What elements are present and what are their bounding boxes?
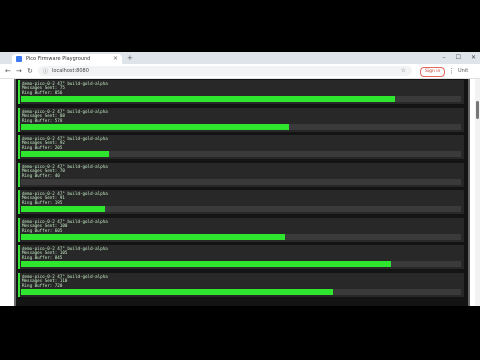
ring-buffer: Ring Buffer: 195: [22, 200, 63, 205]
device-card: demo-pico-0-2 47° build-gold-alpha Messag…: [18, 217, 464, 242]
ring-buffer: Ring Buffer: 856: [22, 90, 63, 95]
favicon-icon: [16, 56, 22, 62]
device-card: demo-pico-0-2 47° build-gold-alpha Messag…: [18, 162, 464, 187]
scrollbar-thumb[interactable]: [476, 101, 479, 119]
buffer-progress-fill: [21, 206, 105, 212]
new-tab-button[interactable]: +: [127, 55, 133, 62]
browser-toolbar: ← → ↻ ⓘ localhost:8080 ☆ Sign in ⋮ Unit: [0, 64, 480, 79]
page-scrollbar[interactable]: [475, 79, 480, 306]
buffer-progress-track: [21, 151, 461, 157]
url-text: localhost:8080: [52, 68, 89, 74]
device-card: demo-pico-0-2 47° build-gold-alpha Messag…: [18, 107, 464, 132]
ring-buffer: Ring Buffer: 205: [22, 145, 63, 150]
ring-buffer: Ring Buffer: 845: [22, 255, 63, 260]
ring-buffer: Ring Buffer: 578: [22, 117, 63, 123]
device-card: demo-pico-0-2 47° build-gold-alpha Messag…: [18, 80, 464, 104]
buffer-progress-track: [21, 233, 461, 240]
close-window-icon[interactable]: ✕: [471, 54, 476, 62]
buffer-progress-track: [21, 96, 461, 102]
device-dashboard: demo-pico-0-2 47° build-gold-alpha Messag…: [14, 79, 470, 306]
browser-tab[interactable]: Pico Firmware Playground ×: [12, 54, 122, 64]
ring-buffer: Ring Buffer: 605: [22, 227, 63, 233]
device-card: demo-pico-0-2 47° build-gold-alpha Messag…: [18, 245, 464, 269]
buffer-progress-fill: [21, 96, 395, 102]
buffer-progress-track: [21, 123, 461, 130]
tab-bar: Pico Firmware Playground × + – ☐ ✕: [0, 52, 480, 64]
address-bar[interactable]: ⓘ localhost:8080 ☆: [38, 66, 412, 76]
profile-label[interactable]: Unit: [458, 68, 468, 74]
menu-icon[interactable]: ⋮: [448, 67, 455, 75]
tab-title: Pico Firmware Playground: [26, 56, 91, 62]
minimize-icon[interactable]: –: [443, 54, 446, 62]
device-card: demo-pico-0-2 47° build-gold-alpha Messag…: [18, 135, 464, 159]
forward-icon[interactable]: →: [16, 67, 22, 75]
back-icon[interactable]: ←: [5, 67, 11, 75]
device-card: demo-pico-0-2 47° build-gold-alpha Messag…: [18, 272, 464, 297]
bookmark-star-icon[interactable]: ☆: [401, 67, 406, 74]
page-content: demo-pico-0-2 47° build-gold-alpha Messag…: [0, 79, 480, 306]
ring-buffer: Ring Buffer: 720: [22, 282, 63, 288]
buffer-progress-track: [21, 178, 461, 185]
buffer-progress-fill: [21, 233, 285, 240]
maximize-icon[interactable]: ☐: [456, 54, 461, 62]
buffer-progress-fill: [21, 123, 290, 130]
buffer-progress-track: [21, 261, 461, 267]
site-info-icon[interactable]: ⓘ: [43, 68, 48, 75]
device-card: demo-pico-0-2 47° build-gold-alpha Messag…: [18, 190, 464, 214]
sign-in-button[interactable]: Sign in: [420, 67, 446, 77]
buffer-progress-track: [21, 288, 461, 295]
window-controls: – ☐ ✕: [443, 54, 476, 62]
buffer-progress-fill: [21, 288, 334, 295]
ring-buffer: Ring Buffer: 40: [22, 172, 60, 178]
tab-close-icon[interactable]: ×: [113, 56, 118, 62]
browser-window: Pico Firmware Playground × + – ☐ ✕ ← → ↻…: [0, 52, 480, 306]
buffer-progress-fill: [21, 151, 109, 157]
buffer-progress-track: [21, 206, 461, 212]
reload-icon[interactable]: ↻: [27, 67, 33, 75]
buffer-progress-fill: [21, 261, 391, 267]
